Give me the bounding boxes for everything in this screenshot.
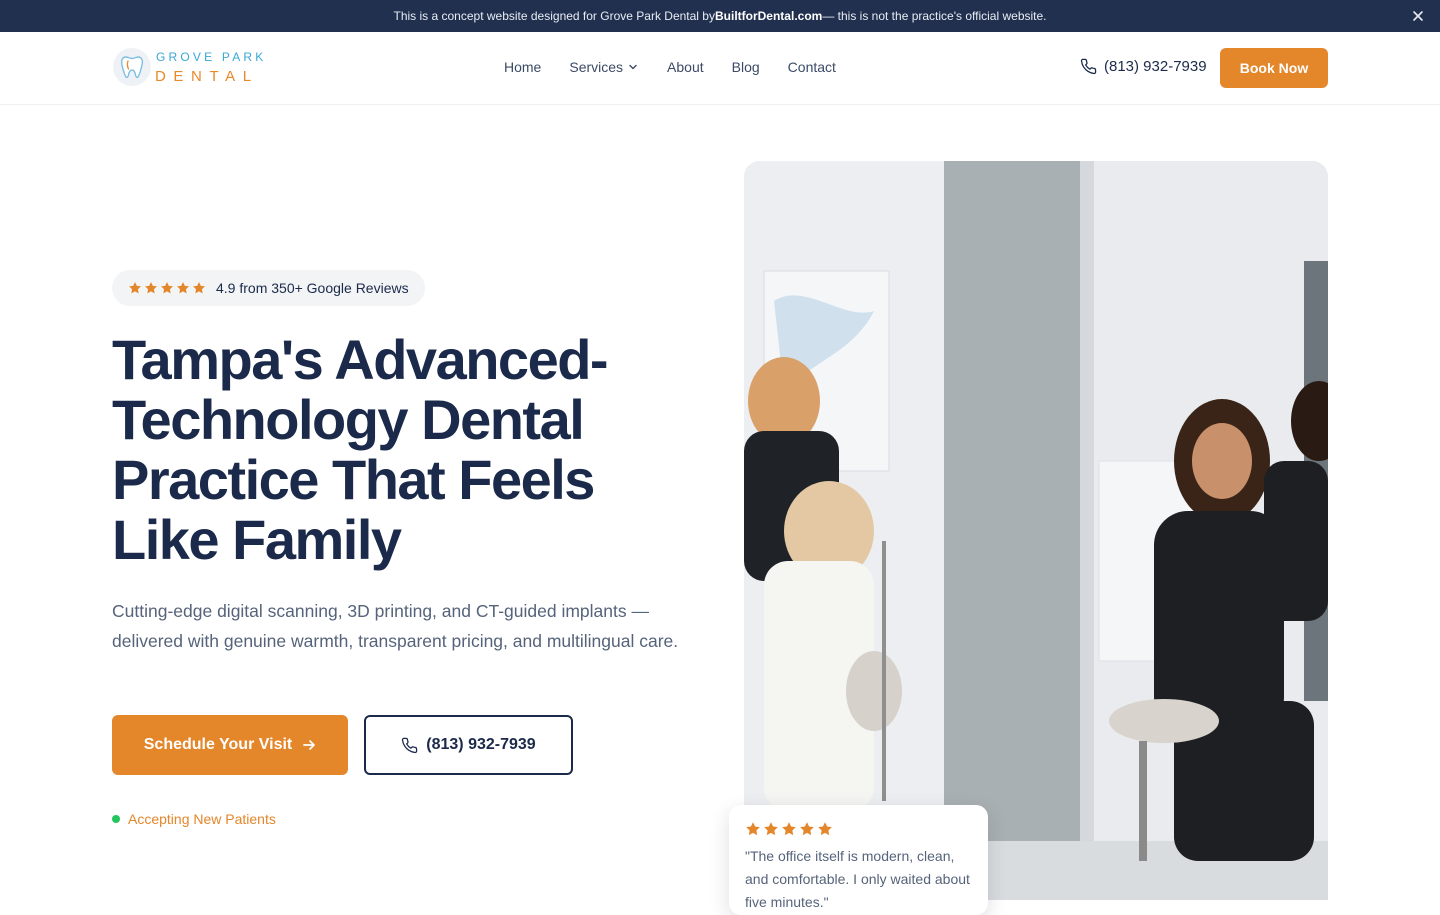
concept-banner: This is a concept website designed for G… bbox=[0, 0, 1440, 32]
banner-text-before: This is a concept website designed for G… bbox=[393, 9, 715, 23]
google-rating-badge: 4.9 from 350+ Google Reviews bbox=[112, 270, 425, 306]
phone-icon bbox=[402, 737, 418, 753]
accepting-label: Accepting New Patients bbox=[128, 811, 276, 827]
accepting-patients-status: Accepting New Patients bbox=[112, 811, 276, 827]
star-icon bbox=[800, 822, 814, 836]
schedule-visit-label: Schedule Your Visit bbox=[143, 736, 293, 753]
nav-item-blog[interactable]: Blog bbox=[732, 59, 760, 75]
logo[interactable]: GROVE PARK DENTAL bbox=[113, 48, 266, 86]
nav-label: Blog bbox=[731, 59, 760, 75]
nav-item-about[interactable]: About bbox=[667, 59, 704, 75]
star-icon bbox=[161, 282, 173, 294]
phone-icon bbox=[1080, 58, 1097, 75]
close-icon[interactable] bbox=[1410, 8, 1426, 24]
star-icon bbox=[764, 822, 778, 836]
nav-item-home[interactable]: Home bbox=[504, 59, 541, 75]
nav-label: Home bbox=[504, 59, 542, 75]
nav-label: Services bbox=[569, 59, 624, 75]
hero-heading: Tampa's Advanced-Technology Dental Pract… bbox=[112, 328, 609, 571]
nav-item-contact[interactable]: Contact bbox=[788, 59, 836, 75]
dental-team-illustration bbox=[744, 161, 1328, 900]
hero-subheading: Cutting-edge digital scanning, 3D printi… bbox=[112, 601, 679, 651]
star-icon bbox=[818, 822, 832, 836]
star-icon bbox=[193, 282, 205, 294]
call-phone-button[interactable]: (813) 932-7939 bbox=[364, 715, 573, 775]
header-phone-link[interactable]: (813) 932-7939 bbox=[1080, 58, 1207, 75]
arrow-right-icon bbox=[303, 740, 316, 750]
star-icon bbox=[746, 822, 760, 836]
review-quote: "The office itself is modern, clean, and… bbox=[745, 848, 970, 910]
call-phone-label: (813) 932-7939 bbox=[426, 736, 536, 753]
logo-text-bottom: DENTAL bbox=[155, 67, 259, 85]
header-phone-number: (813) 932-7939 bbox=[1104, 58, 1207, 75]
nav-label: About bbox=[667, 59, 704, 75]
star-icon bbox=[177, 282, 189, 294]
star-icon bbox=[145, 282, 157, 294]
review-stars bbox=[745, 821, 972, 837]
star-icon bbox=[782, 822, 796, 836]
book-now-button[interactable]: Book Now bbox=[1220, 48, 1328, 88]
hero-team-photo bbox=[744, 161, 1328, 900]
main-nav: Home Services About Blog Contact bbox=[504, 59, 864, 75]
schedule-visit-button[interactable]: Schedule Your Visit bbox=[112, 715, 348, 775]
banner-brand-link[interactable]: BuiltforDental.com bbox=[715, 9, 822, 23]
logo-text-top: GROVE PARK bbox=[156, 49, 267, 64]
star-icon bbox=[129, 282, 141, 294]
review-card: "The office itself is modern, clean, and… bbox=[729, 805, 988, 915]
rating-text: 4.9 from 350+ Google Reviews bbox=[216, 280, 409, 296]
tooth-logo-icon bbox=[113, 48, 151, 86]
chevron-down-icon bbox=[629, 64, 637, 70]
rating-stars bbox=[128, 281, 208, 295]
nav-label: Contact bbox=[787, 59, 836, 75]
banner-text-after: — this is not the practice's official we… bbox=[822, 9, 1047, 23]
nav-item-services[interactable]: Services bbox=[569, 59, 639, 75]
site-header: GROVE PARK DENTAL Home Services About Bl… bbox=[0, 32, 1440, 105]
status-dot bbox=[112, 815, 120, 823]
